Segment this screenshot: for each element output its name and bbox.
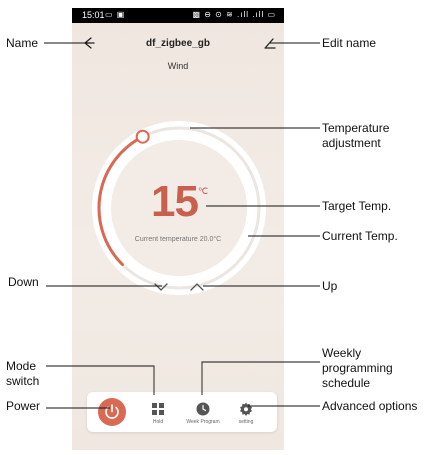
chevron-down-icon[interactable]	[152, 280, 170, 294]
system-status-icons: ▩ ⊖ ⊙ ≋ .ıll .ıll ▭	[192, 10, 276, 19]
dial-knob[interactable]	[135, 129, 150, 144]
current-temperature: Current temperature 20.0°C	[134, 236, 222, 243]
device-name: df_zigbee_gb	[146, 38, 210, 49]
annotation-target-temp: Target Temp.	[322, 199, 392, 213]
annotation-power: Power	[6, 399, 41, 413]
target-temperature: 15	[151, 177, 199, 226]
annotation-current-temp: Current Temp.	[322, 229, 398, 243]
setting-button[interactable]: setting	[225, 396, 267, 425]
gear-icon	[240, 402, 252, 416]
status-bar: 15:01 ▭ ▣ ▩ ⊖ ⊙ ≋ .ıll .ıll ▭	[72, 8, 284, 23]
annotation-name: Name	[6, 36, 39, 50]
back-arrow-icon[interactable]	[81, 35, 97, 51]
notification-icons: ▭ ▣	[105, 10, 126, 19]
hold-button[interactable]: Hold	[137, 396, 179, 425]
phone-screen: 15:01 ▭ ▣ ▩ ⊖ ⊙ ≋ .ıll .ıll ▭ df_zigbee_…	[72, 8, 284, 450]
week-program-label: Week Program	[186, 419, 220, 425]
clock-icon	[196, 402, 210, 416]
grid-icon	[152, 403, 164, 415]
mode-label: Wind	[167, 61, 189, 71]
annotation-up: Up	[322, 279, 338, 293]
bottom-toolbar: Hold Week Program setting	[87, 392, 277, 432]
week-program-button[interactable]: Week Program	[182, 396, 224, 425]
annotation-advanced-options: Advanced options	[322, 399, 418, 413]
power-icon	[105, 404, 119, 419]
temperature-unit: ℃	[198, 186, 209, 196]
annotation-weekly-schedule: Weekly programming schedule	[322, 346, 393, 390]
annotation-mode-switch: Mode switch	[6, 359, 40, 388]
status-time: 15:01	[82, 10, 105, 20]
chevron-up-icon[interactable]	[188, 280, 206, 294]
power-button[interactable]	[98, 398, 126, 426]
annotation-temperature-adjustment: Temperature adjustment	[322, 121, 390, 150]
setting-label: setting	[238, 419, 254, 425]
annotation-edit-name: Edit name	[322, 36, 377, 50]
annotation-down: Down	[8, 275, 39, 289]
hold-label: Hold	[152, 419, 164, 425]
edit-name-icon[interactable]	[262, 35, 278, 51]
